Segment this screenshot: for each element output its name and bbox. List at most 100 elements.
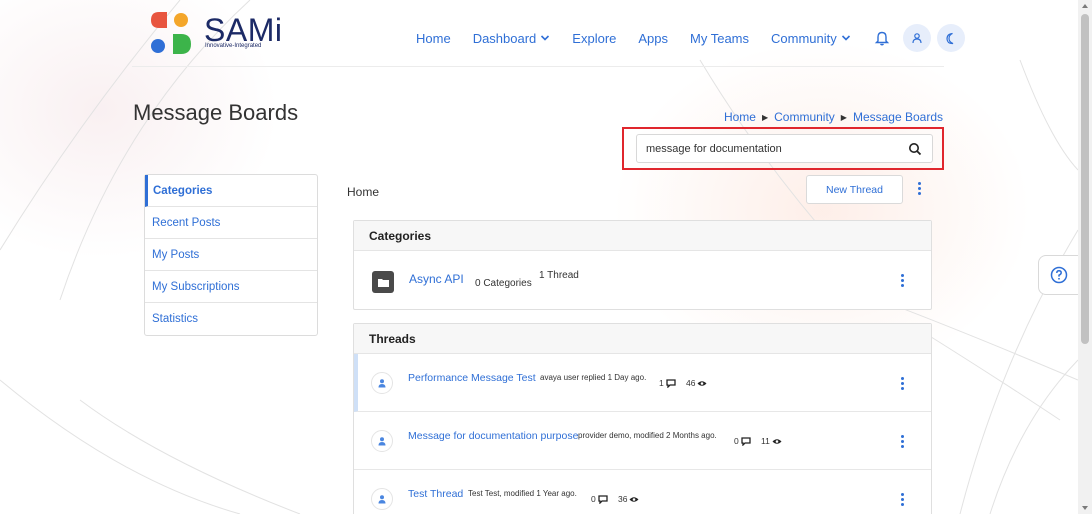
sami-logo[interactable]: SAMi Innovative-Integrated (149, 8, 282, 58)
sidebar-item-recent-posts[interactable]: Recent Posts (145, 207, 317, 239)
thread-title[interactable]: Message for documentation purpose (408, 430, 578, 442)
sidebar-item-label: Categories (153, 184, 213, 197)
eye-icon (697, 380, 707, 386)
view-count: 11 (761, 436, 770, 446)
category-options-icon[interactable] (900, 273, 904, 288)
scroll-down-icon[interactable] (1081, 504, 1089, 512)
thread-row: Message for documentation purpose provid… (354, 412, 931, 470)
sidebar-item-label: Recent Posts (152, 216, 221, 229)
sidebar-item-label: Statistics (152, 313, 199, 325)
logo-tagline: Innovative-Integrated (205, 43, 262, 49)
comment-icon (666, 378, 676, 388)
thread-meta: provider demo, modified 2 Months ago. (578, 431, 717, 440)
sidebar: Categories Recent Posts My Posts My Subs… (144, 174, 318, 336)
comment-icon (741, 436, 751, 446)
scrollbar-thumb[interactable] (1081, 14, 1089, 344)
categories-panel: Categories Async API 0 Categories 1 Thre… (353, 220, 932, 310)
bell-icon[interactable] (873, 29, 891, 47)
folder-icon (372, 271, 394, 293)
search-input[interactable] (646, 142, 908, 155)
sidebar-item-my-subscriptions[interactable]: My Subscriptions (145, 271, 317, 303)
nav-apps[interactable]: Apps (638, 31, 668, 46)
reply-count: 0 (591, 494, 596, 504)
user-icon (378, 495, 386, 504)
nav-home[interactable]: Home (416, 31, 451, 46)
sidebar-item-label: My Posts (152, 248, 200, 261)
theme-toggle-button[interactable] (936, 24, 965, 52)
eye-icon (629, 496, 639, 502)
categories-heading: Categories (354, 221, 931, 251)
user-icon (378, 437, 386, 446)
main-nav: Home Dashboard Explore Apps My Teams Com… (416, 24, 971, 52)
search-box (636, 134, 933, 163)
breadcrumb-community[interactable]: Community (774, 110, 835, 124)
thread-options-icon[interactable] (900, 434, 904, 449)
reply-count: 0 (734, 436, 739, 446)
nav-community-label: Community (771, 30, 837, 46)
scroll-up-icon[interactable] (1081, 2, 1089, 10)
category-row: Async API 0 Categories 1 Thread (354, 251, 931, 309)
thread-options-icon[interactable] (900, 492, 904, 507)
nav-apps-label: Apps (638, 30, 669, 46)
thread-options-icon[interactable] (900, 376, 904, 391)
breadcrumb-message-boards[interactable]: Message Boards (853, 110, 943, 124)
thread-row: Performance Message Test avaya user repl… (354, 354, 931, 412)
nav-my-teams[interactable]: My Teams (690, 31, 749, 46)
page-title: Message Boards (133, 100, 299, 125)
thread-title[interactable]: Performance Message Test (408, 372, 536, 384)
avatar (371, 488, 393, 510)
user-icon (378, 379, 386, 388)
thread-replies: 1 (659, 378, 676, 388)
sidebar-item-categories[interactable]: Categories (145, 175, 317, 207)
eye-icon (772, 438, 782, 444)
nav-my-teams-label: My Teams (690, 30, 750, 46)
top-header: SAMi Innovative-Integrated Home Dashboar… (0, 0, 1078, 66)
thread-meta: Test Test, modified 1 Year ago. (468, 489, 577, 498)
nav-dashboard-label: Dashboard (472, 30, 537, 46)
category-thread-count: 1 Thread (539, 270, 579, 281)
nav-community[interactable]: Community (771, 31, 851, 46)
new-thread-button[interactable]: New Thread (806, 175, 903, 204)
thread-replies: 0 (591, 494, 608, 504)
threads-panel: Threads Performance Message Test avaya u… (353, 323, 932, 514)
user-profile-button[interactable] (902, 24, 931, 52)
thread-views: 46 (686, 378, 707, 388)
comment-icon (598, 494, 608, 504)
view-count: 46 (686, 378, 696, 388)
moon-icon (946, 32, 954, 44)
thread-title[interactable]: Test Thread (408, 488, 463, 500)
header-divider (132, 66, 944, 67)
nav-home-label: Home (416, 30, 451, 46)
thread-replies: 0 (734, 436, 751, 446)
breadcrumb: Home ▶ Community ▶ Message Boards (724, 110, 943, 124)
nav-explore[interactable]: Explore (572, 31, 616, 46)
thread-row: Test Thread Test Test, modified 1 Year a… (354, 470, 931, 514)
sidebar-item-label: My Subscriptions (152, 280, 240, 293)
sidebar-item-statistics[interactable]: Statistics (145, 303, 317, 335)
search-icon[interactable] (908, 142, 922, 156)
logo-mark-icon (151, 12, 191, 54)
avatar (371, 430, 393, 452)
avatar (371, 372, 393, 394)
reply-count: 1 (659, 378, 664, 388)
sidebar-item-my-posts[interactable]: My Posts (145, 239, 317, 271)
category-name[interactable]: Async API (409, 272, 464, 286)
threads-heading: Threads (354, 324, 931, 354)
main-breadcrumb-home: Home (347, 185, 380, 199)
view-count: 36 (618, 494, 628, 504)
vertical-scrollbar[interactable] (1078, 0, 1092, 514)
chevron-down-icon (841, 35, 850, 41)
chevron-down-icon (541, 35, 550, 41)
thread-meta: avaya user replied 1 Day ago. (540, 373, 647, 382)
more-options-icon[interactable] (917, 181, 921, 196)
breadcrumb-separator-icon: ▶ (840, 112, 847, 122)
breadcrumb-home[interactable]: Home (724, 110, 756, 124)
thread-views: 36 (618, 494, 639, 504)
thread-views: 11 (761, 436, 782, 446)
help-icon (1050, 266, 1067, 284)
category-count: 0 Categories (475, 278, 532, 289)
nav-dashboard[interactable]: Dashboard (473, 31, 551, 46)
breadcrumb-separator-icon: ▶ (761, 112, 769, 122)
user-icon (912, 33, 922, 44)
help-button[interactable] (1038, 255, 1078, 295)
